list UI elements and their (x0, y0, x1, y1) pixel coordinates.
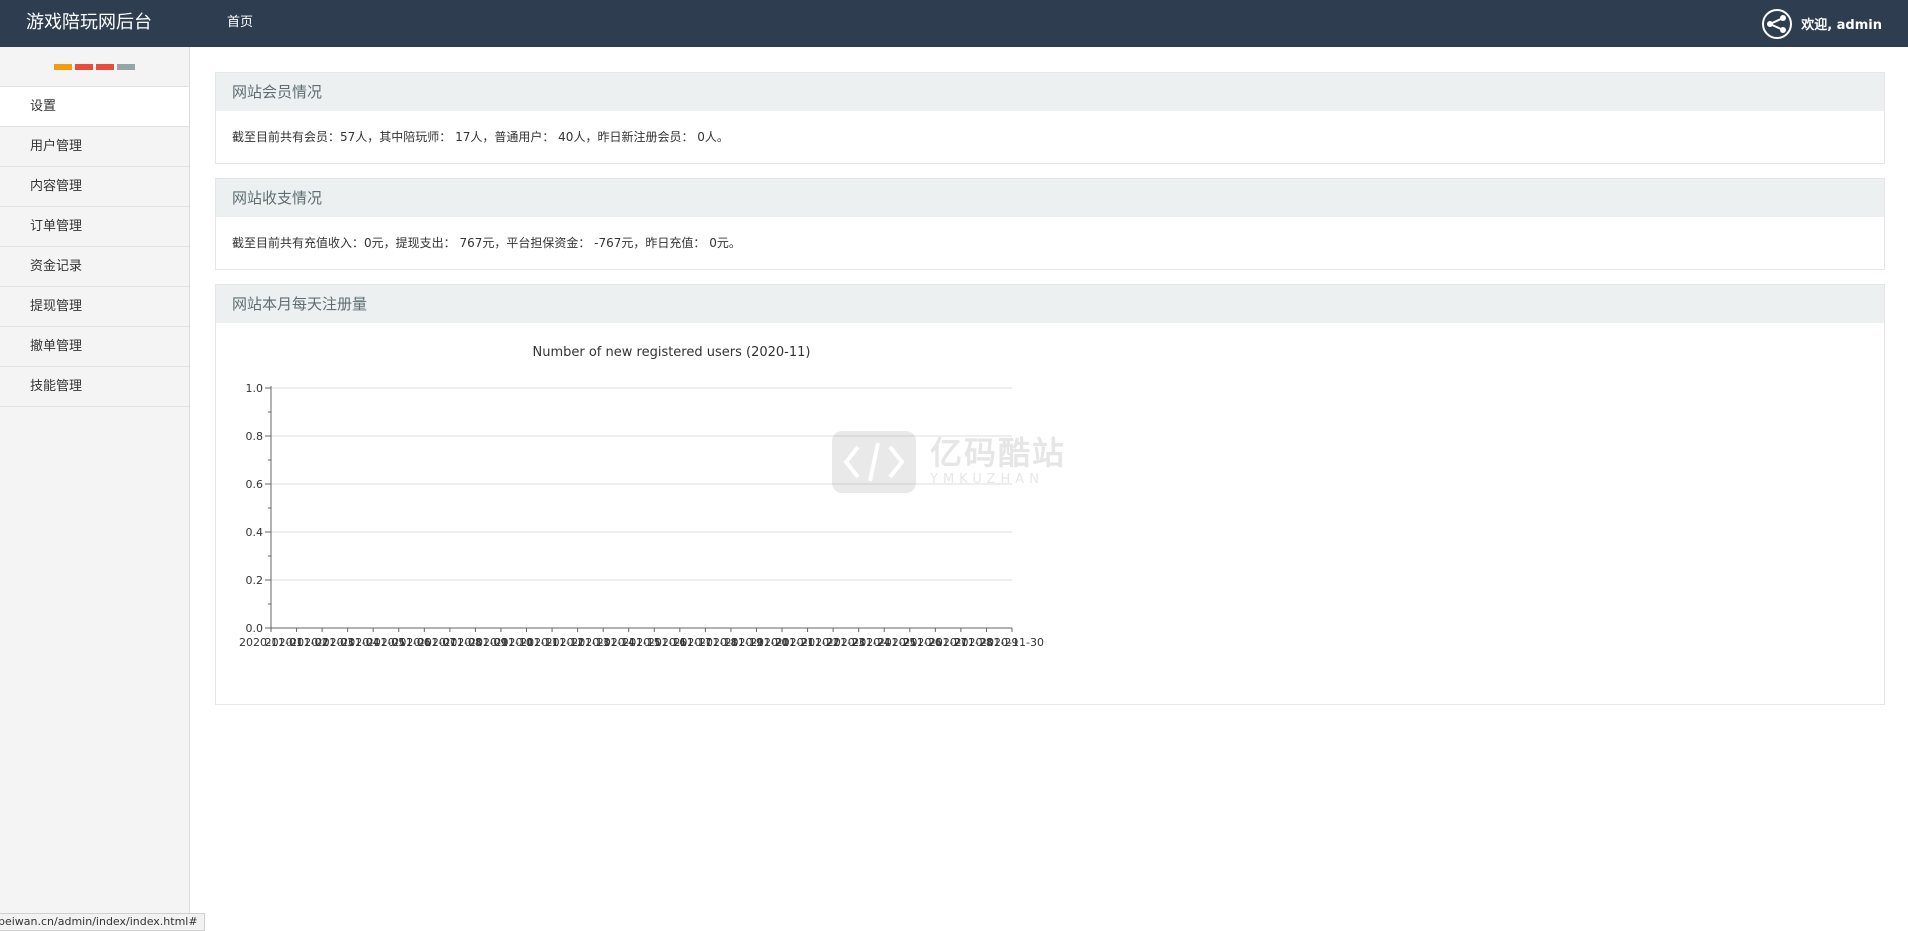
finance-panel-title: 网站收支情况 (216, 179, 1884, 217)
sidebar-color-bar (117, 63, 135, 70)
y-tick-label: 0.8 (246, 430, 264, 443)
sidebar-item-settings[interactable]: 设置 (0, 87, 189, 127)
status-bar-url: peiwan.cn/admin/index/index.html# (0, 913, 205, 931)
sidebar-color-bar (75, 63, 93, 70)
sidebar-item-withdrawals[interactable]: 提现管理 (0, 287, 189, 327)
main-content: 网站会员情况 截至目前共有会员：57人，其中陪玩师： 17人，普通用户： 40人… (215, 72, 1885, 719)
sidebar-color-bar (54, 63, 72, 70)
members-panel-title: 网站会员情况 (216, 73, 1884, 111)
share-icon (1761, 8, 1793, 40)
brand-title[interactable]: 游戏陪玩网后台 (26, 0, 152, 47)
y-tick-label: 1.0 (246, 382, 264, 395)
sidebar: 设置 用户管理 内容管理 订单管理 资金记录 提现管理 撤单管理 技能管理 (0, 47, 190, 931)
registrations-chart: Number of new registered users (2020-11)… (239, 345, 1044, 649)
chart-title: Number of new registered users (2020-11) (533, 345, 811, 360)
sidebar-item-orders[interactable]: 订单管理 (0, 207, 189, 247)
user-menu[interactable]: 欢迎, admin (1761, 0, 1882, 47)
x-tick-label: 2020-11-30 (980, 636, 1044, 649)
sidebar-item-funds[interactable]: 资金记录 (0, 247, 189, 287)
members-summary: 截至目前共有会员：57人，其中陪玩师： 17人，普通用户： 40人，昨日新注册会… (232, 130, 729, 144)
y-tick-label: 0.4 (246, 526, 264, 539)
sidebar-item-cancellations[interactable]: 撤单管理 (0, 327, 189, 367)
y-tick-label: 0.0 (246, 622, 264, 635)
y-tick-label: 0.2 (246, 574, 264, 587)
finance-panel: 网站收支情况 截至目前共有充值收入：0元，提现支出： 767元，平台担保资金： … (215, 178, 1885, 270)
sidebar-item-users[interactable]: 用户管理 (0, 127, 189, 167)
sidebar-color-bar (96, 63, 114, 70)
sidebar-item-content[interactable]: 内容管理 (0, 167, 189, 207)
user-greeting: 欢迎, admin (1801, 18, 1882, 33)
registrations-panel-title: 网站本月每天注册量 (216, 285, 1884, 323)
sidebar-item-skills[interactable]: 技能管理 (0, 367, 189, 407)
finance-summary: 截至目前共有充值收入：0元，提现支出： 767元，平台担保资金： -767元，昨… (232, 236, 741, 250)
nav-home-link[interactable]: 首页 (227, 0, 253, 47)
y-tick-label: 0.6 (246, 478, 264, 491)
sidebar-head (0, 47, 189, 87)
top-bar: 游戏陪玩网后台 首页 欢迎, admin (0, 0, 1908, 47)
registrations-chart-area: Number of new registered users (2020-11)… (216, 323, 1884, 704)
registrations-panel: 网站本月每天注册量 Number of new registered users… (215, 284, 1885, 705)
members-panel: 网站会员情况 截至目前共有会员：57人，其中陪玩师： 17人，普通用户： 40人… (215, 72, 1885, 164)
